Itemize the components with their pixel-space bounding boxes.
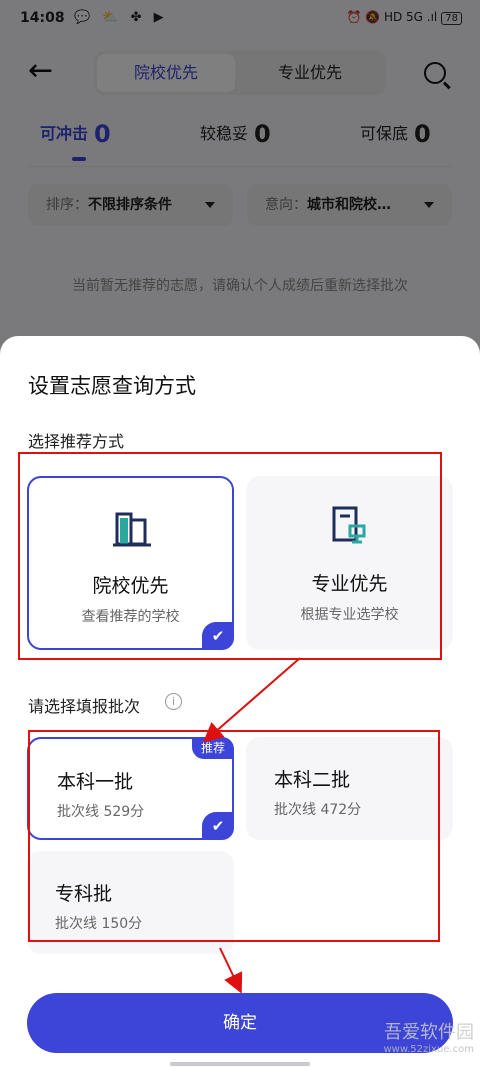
watermark-text: 吾爱软件园 <box>384 1022 474 1043</box>
annotation-arrows <box>202 657 301 994</box>
annotation-arrow-to-confirm <box>219 947 243 994</box>
watermark: 吾爱软件园 www.52zixue.com <box>384 1018 475 1055</box>
watermark-url: www.52zixue.com <box>383 1044 475 1055</box>
annotation-arrow-to-batch <box>202 657 301 743</box>
